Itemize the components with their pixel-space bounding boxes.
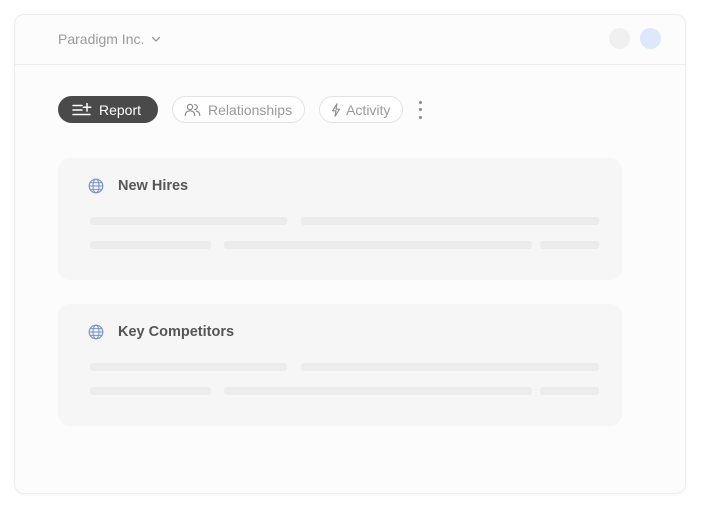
tab-bar: Report Relationships Activity: [58, 96, 425, 123]
tab-report-label: Report: [99, 101, 142, 118]
tab-report[interactable]: Report: [58, 96, 159, 123]
skeleton-line: [224, 387, 532, 395]
card-title-text: Key Competitors: [118, 324, 235, 340]
card-title-text: New Hires: [118, 178, 189, 194]
header: Paradigm Inc.: [15, 15, 685, 65]
skeleton-line: [90, 217, 287, 225]
skeleton-line: [90, 241, 211, 249]
skeleton-line: [540, 387, 599, 395]
tab-activity-label: Activity: [346, 101, 391, 118]
report-list-add-icon: [72, 102, 92, 115]
lightning-icon: [332, 102, 341, 117]
header-avatars: [609, 28, 661, 49]
skeleton-line: [301, 217, 599, 225]
company-switcher[interactable]: Paradigm Inc.: [58, 31, 162, 47]
app-window: Paradigm Inc. Report Relationships Activ…: [14, 14, 686, 494]
skeleton-line: [540, 241, 599, 249]
globe-icon: [88, 324, 104, 340]
card-title: Key Competitors: [88, 324, 234, 340]
globe-icon: [88, 178, 104, 194]
tab-relationships[interactable]: Relationships: [172, 96, 306, 123]
company-name: Paradigm Inc.: [58, 31, 145, 47]
card-new-hires: New Hires: [58, 158, 622, 280]
avatar-blue[interactable]: [640, 28, 661, 49]
people-icon: [184, 103, 201, 116]
more-vertical-icon[interactable]: [415, 100, 425, 119]
skeleton-line: [301, 363, 599, 371]
chevron-down-icon: [152, 36, 161, 42]
skeleton-line: [90, 363, 287, 371]
skeleton-line: [90, 387, 211, 395]
card-key-competitors: Key Competitors: [58, 304, 622, 426]
tab-relationships-label: Relationships: [208, 101, 293, 118]
skeleton-line: [224, 241, 532, 249]
tab-activity[interactable]: Activity: [319, 96, 404, 123]
avatar-gray[interactable]: [609, 28, 630, 49]
card-title: New Hires: [88, 178, 188, 194]
